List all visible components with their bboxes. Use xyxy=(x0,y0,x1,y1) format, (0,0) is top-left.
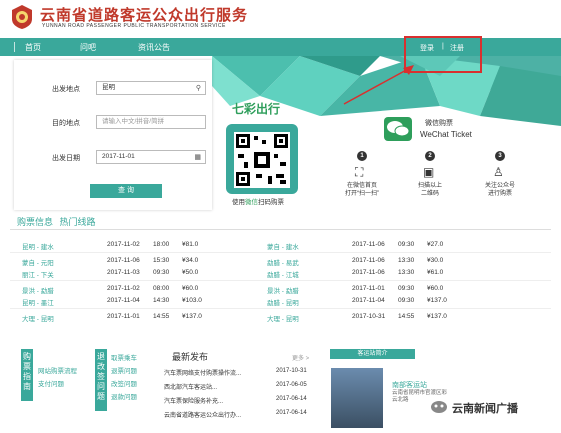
user-icon: ♙ xyxy=(493,165,504,179)
route-date: 2017-11-06 xyxy=(352,257,385,264)
annotation-arrow xyxy=(343,65,414,105)
station-name[interactable]: 南部客运站 xyxy=(392,380,427,390)
route-price: ¥27.0 xyxy=(427,241,444,248)
link-pickup[interactable]: 取票乘车 xyxy=(111,352,137,362)
date-label: 出发日期 xyxy=(52,155,80,162)
calendar-icon: ▦ xyxy=(194,154,201,161)
news-date: 2017-06-05 xyxy=(276,382,307,388)
to-label: 目的地点 xyxy=(52,120,80,127)
tab-ticket-info[interactable]: 购票信息 xyxy=(17,217,53,227)
station-photo xyxy=(331,368,383,428)
route-date: 2017-11-06 xyxy=(352,269,385,276)
more-link[interactable]: 更多 > xyxy=(292,353,309,362)
news-date: 2017-10-31 xyxy=(276,368,307,374)
route-price: ¥60.0 xyxy=(427,285,444,292)
link-booking-process[interactable]: 网站购票流程 xyxy=(38,365,77,375)
wechat-icon xyxy=(384,117,412,141)
row-divider xyxy=(10,280,551,281)
wechat-title: 微信购票 xyxy=(425,120,453,127)
site-subtitle: YUNNAN ROAD PASSENGER PUBLIC TRANSPORTAT… xyxy=(42,23,226,29)
route-row[interactable]: 勐腊 - 易武 2017-11-06 13:30 ¥30.0 xyxy=(0,257,561,269)
guide-box: 购票指南 xyxy=(21,349,33,401)
news-title: 最新发布 xyxy=(172,352,209,362)
qr-code-icon xyxy=(234,132,290,188)
news-date: 2017-06-14 xyxy=(276,410,307,416)
station-heading: 客运站简介 xyxy=(330,349,415,359)
route-time: 14:55 xyxy=(398,313,415,320)
route-price: ¥61.0 xyxy=(427,269,444,276)
route-date: 2017-10-31 xyxy=(352,313,386,320)
news-item[interactable]: 汽车票网络支付购票操作流... xyxy=(164,368,241,377)
logo-emblem-icon xyxy=(12,5,32,29)
route-date: 2017-11-06 xyxy=(352,241,385,248)
qr-title: 七彩出行 xyxy=(232,102,281,116)
route-row[interactable]: 大理 - 昆明 2017-10-31 14:55 ¥137.0 xyxy=(0,313,561,325)
scan-qr-icon: ▣ xyxy=(423,165,435,179)
row-divider xyxy=(10,308,551,309)
nav-home[interactable]: 首页 xyxy=(25,42,41,53)
wechat-subtitle: WeChat Ticket xyxy=(420,130,472,139)
route-time: 09:30 xyxy=(398,285,415,292)
from-input[interactable]: 昆明 ⚲ xyxy=(96,81,206,95)
step-1-badge: 1 xyxy=(357,151,367,161)
nav-divider xyxy=(14,42,15,52)
scan-icon: ⛶ xyxy=(355,165,364,179)
search-button[interactable]: 查 询 xyxy=(90,184,162,198)
link-payment[interactable]: 支付问题 xyxy=(38,378,64,388)
route-date: 2017-11-01 xyxy=(352,285,385,292)
info-tabs: 购票信息 热门线路 xyxy=(17,215,96,228)
date-input[interactable]: 2017-11-01 ▦ xyxy=(96,150,206,164)
link-refund-money[interactable]: 退款问题 xyxy=(111,391,137,401)
link-refund[interactable]: 退票问题 xyxy=(111,365,137,375)
step-2-badge: 2 xyxy=(425,151,435,161)
route-name: 景洪 - 勐腊 xyxy=(267,288,299,295)
news-item[interactable]: 汽车票保险服务补充... xyxy=(164,396,223,405)
route-date: 2017-11-04 xyxy=(352,297,385,304)
site-title: 云南省道路客运公众出行服务 xyxy=(40,6,249,24)
route-price: ¥137.0 xyxy=(427,313,447,320)
watermark-logo-icon xyxy=(431,401,447,413)
route-row[interactable]: 景洪 - 勐腊 2017-11-01 09:30 ¥60.0 xyxy=(0,285,561,297)
nav-news[interactable]: 资讯公告 xyxy=(138,42,170,53)
step-2-text: 扫描以上 二维码 xyxy=(417,183,442,197)
tab-hot-routes[interactable]: 热门线路 xyxy=(60,217,96,227)
refund-box: 退改签问题 xyxy=(95,349,107,411)
watermark-text: 云南新闻广播 xyxy=(452,403,518,415)
route-time: 09:30 xyxy=(398,241,415,248)
route-time: 09:30 xyxy=(398,297,415,304)
nav-qa[interactable]: 问吧 xyxy=(80,42,96,53)
site-header: 云南省道路客运公众出行服务 YUNNAN ROAD PASSENGER PUBL… xyxy=(0,0,561,36)
route-name: 勐腊 - 江城 xyxy=(267,272,299,279)
route-name: 勐腊 - 易武 xyxy=(267,260,299,267)
location-pin-icon: ⚲ xyxy=(195,85,201,92)
step-1-text: 在微信首页 打开“扫一扫” xyxy=(345,183,379,197)
news-item[interactable]: 云南省道路客运公众出行办... xyxy=(164,410,241,419)
row-divider xyxy=(10,252,551,253)
qr-caption: 使用微信扫码购票 xyxy=(232,199,284,206)
route-time: 13:30 xyxy=(398,269,415,276)
route-time: 13:30 xyxy=(398,257,415,264)
route-price: ¥30.0 xyxy=(427,257,444,264)
from-label: 出发地点 xyxy=(52,86,80,93)
route-name: 大理 - 昆明 xyxy=(267,316,299,323)
step-3-badge: 3 xyxy=(495,151,505,161)
route-name: 蒙自 - 建水 xyxy=(267,244,299,251)
step-3-text: 关注公众号 进行购票 xyxy=(484,183,515,197)
news-item[interactable]: 西北部汽车客运站... xyxy=(164,382,217,391)
ticket-search-form: 出发地点 昆明 ⚲ 目的地点 请输入中文/拼音/简拼 出发日期 2017-11-… xyxy=(14,60,212,210)
link-change[interactable]: 改签问题 xyxy=(111,378,137,388)
route-name: 勐腊 - 昆明 xyxy=(267,300,299,307)
route-price: ¥137.0 xyxy=(427,297,447,304)
divider xyxy=(10,229,551,230)
news-date: 2017-06-14 xyxy=(276,396,307,402)
to-input[interactable]: 请输入中文/拼音/简拼 xyxy=(96,115,206,129)
